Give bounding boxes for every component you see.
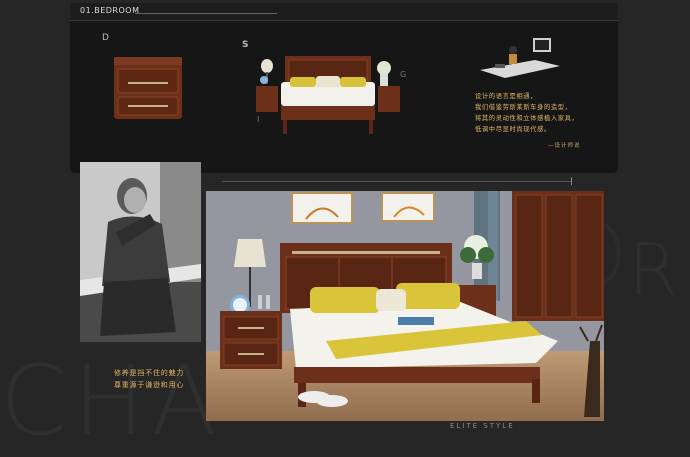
bedroom-panel: 01.BEDROOM D S G I 设计的语言是相通， 我们借鉴劳斯莱斯车身的… xyxy=(70,3,618,173)
desc-line: 低调中尽显时尚现代感。 xyxy=(475,126,551,133)
desc-line: 设计的语言是相通， xyxy=(475,93,538,100)
slogan-line: 尊重源于谦逊和用心 xyxy=(114,381,185,389)
marker-g: G xyxy=(400,70,407,79)
divider-line xyxy=(222,181,572,182)
panel-header xyxy=(70,3,618,21)
desk-scene-icon xyxy=(480,38,560,78)
slogan: 修养是挡不住的魅力 尊重源于谦逊和用心 xyxy=(114,367,184,391)
background-letters-cha: CHA xyxy=(0,345,223,457)
desc-line: 将其的灵动性和立体感植入家具， xyxy=(475,115,579,122)
design-description: 设计的语言是相通， 我们借鉴劳斯莱斯车身的造型， 将其的灵动性和立体感植入家具，… xyxy=(475,91,578,135)
bedroom-illustration xyxy=(206,191,604,421)
portrait-photo xyxy=(80,162,201,342)
elite-style-caption: ELITE STYLE xyxy=(450,422,515,430)
marker-i: I xyxy=(257,115,260,124)
marker-d: D xyxy=(102,33,109,43)
section-title: 01.BEDROOM xyxy=(80,6,140,15)
background-letter-r: R xyxy=(628,228,679,312)
divider-tick xyxy=(571,177,572,185)
desc-line: 我们借鉴劳斯莱斯车身的造型， xyxy=(475,104,572,111)
portrait-illustration xyxy=(80,162,201,342)
bedroom-photo xyxy=(206,191,604,421)
nightstand-icon xyxy=(114,57,182,119)
slogan-line: 修养是挡不住的魅力 xyxy=(114,369,185,377)
title-divider xyxy=(135,13,277,14)
designer-signature: —设计师说 xyxy=(548,143,581,149)
marker-s: S xyxy=(242,40,249,50)
bed-icon xyxy=(256,56,400,134)
